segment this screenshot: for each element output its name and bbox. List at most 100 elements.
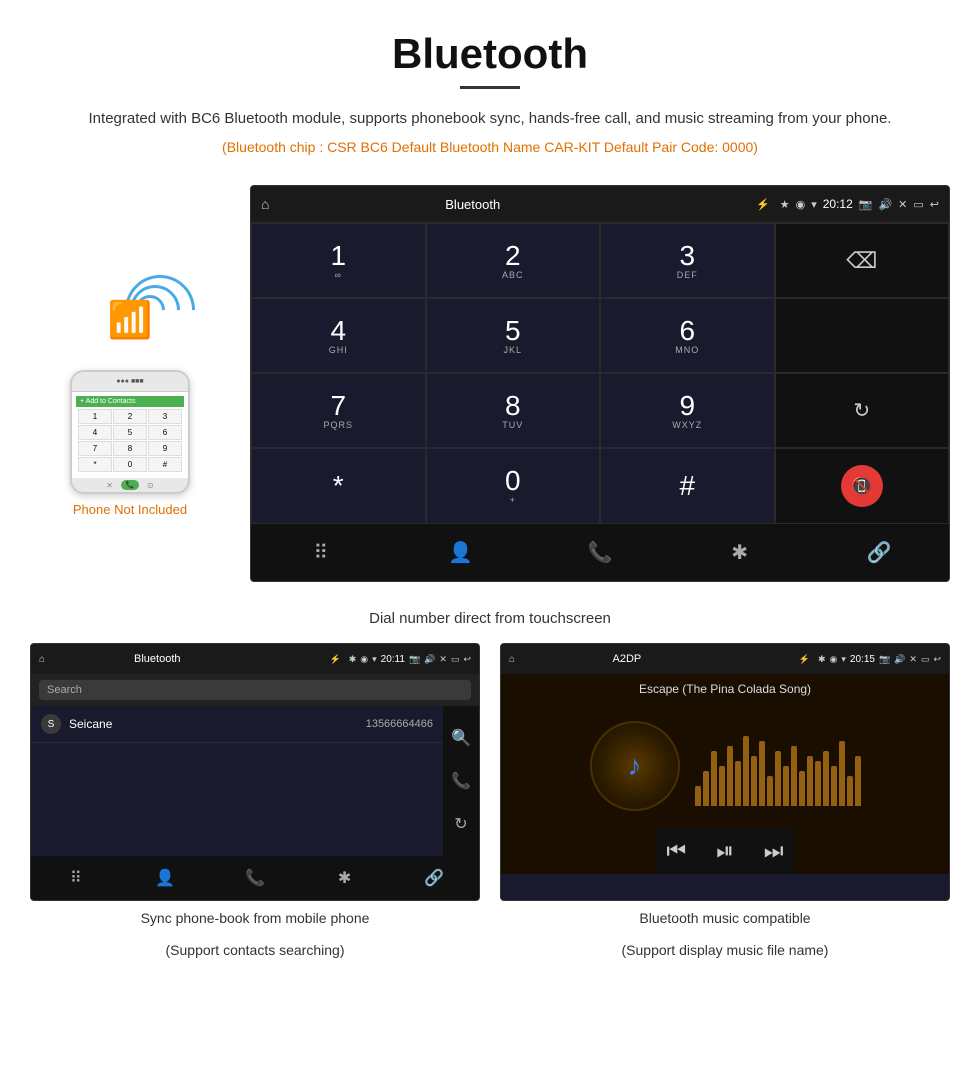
music-caption-wrap: Bluetooth music compatible (Support disp…: [500, 901, 950, 964]
music-panel-title: A2DP: [523, 653, 731, 665]
back-icon: ↩: [930, 198, 939, 211]
contacts-bt-icon[interactable]: ✱: [300, 862, 390, 894]
music-statusbar: ⌂ A2DP ⚡ ✱ ◉ ▾ 20:15 📷 🔊 ✕ ▭ ↩: [501, 644, 949, 674]
phone-key-1: 1: [78, 409, 112, 424]
phone-screen: + Add to Contacts 1 2 3 4 5 6 7 8 9 * 0 …: [72, 392, 188, 478]
backspace-icon: ⌫: [846, 248, 877, 274]
search-input[interactable]: Search: [39, 680, 471, 700]
end-call-icon: 📵: [851, 476, 873, 497]
dialpad-screen-title: Bluetooth: [279, 197, 666, 212]
end-call-button[interactable]: 📵: [841, 465, 883, 507]
dial-key-9[interactable]: 9 WXYZ: [600, 373, 775, 448]
music-album-art: ♪: [590, 721, 680, 811]
bluetooth-status-icon: ★: [780, 198, 790, 211]
close-icon: ✕: [898, 198, 907, 211]
contacts-grid-icon[interactable]: ⠿: [31, 862, 121, 894]
dial-call-red-cell[interactable]: 📵: [775, 448, 950, 524]
contacts-phone-icon[interactable]: 📞: [210, 862, 300, 894]
phone-dialpad: 1 2 3 4 5 6 7 8 9 * 0 #: [76, 407, 184, 474]
location-icon: ◉: [796, 198, 806, 211]
dial-backspace-cell[interactable]: ⌫: [775, 223, 950, 298]
sidebar-refresh-icon: ↻: [454, 814, 467, 834]
contacts-link-icon[interactable]: 🔗: [389, 862, 479, 894]
phone-key-star: *: [78, 457, 112, 472]
dial-key-8[interactable]: 8 TUV: [426, 373, 601, 448]
contacts-panel-title: Bluetooth: [53, 653, 261, 665]
dial-key-star[interactable]: *: [251, 448, 426, 524]
phone-top-bar: ●●● ■■■: [72, 372, 188, 392]
contacts-bottom-bar: ⠿ 👤 📞 ✱ 🔗: [31, 856, 479, 900]
dialpad-statusbar: ⌂ Bluetooth ⚡ ★ ◉ ▾ 20:12 📷 🔊 ✕ ▭ ↩: [251, 186, 949, 222]
dial-key-7[interactable]: 7 PQRS: [251, 373, 426, 448]
contacts-status-icons: ✱ ◉ ▾ 20:11 📷 🔊 ✕ ▭ ↩: [349, 654, 471, 665]
phone-bottom-bar: ✕ 📞 ⊙: [72, 478, 188, 492]
phone-key-8: 8: [113, 441, 147, 456]
bottom-person-icon[interactable]: 👤: [391, 532, 531, 573]
music-caption-line2: (Support display music file name): [500, 933, 950, 965]
phone-key-0: 0: [113, 457, 147, 472]
contacts-usb-icon: ⚡: [330, 654, 341, 665]
dial-refresh-cell[interactable]: ↻: [775, 373, 950, 448]
dial-key-3[interactable]: 3 DEF: [600, 223, 775, 298]
music-usb-icon: ⚡: [799, 654, 810, 665]
music-status-icons: ✱ ◉ ▾ 20:15 📷 🔊 ✕ ▭ ↩: [818, 654, 941, 665]
contacts-caption-line1: Sync phone-book from mobile phone: [30, 901, 480, 933]
camera-icon: 📷: [859, 198, 873, 211]
phone-key-4: 4: [78, 425, 112, 440]
music-note-icon: ♪: [628, 750, 642, 782]
contacts-caption-line2: (Support contacts searching): [30, 933, 480, 965]
bluetooth-specs: (Bluetooth chip : CSR BC6 Default Blueto…: [60, 139, 920, 155]
sidebar-phone-icon: 📞: [451, 771, 471, 791]
dial-key-2[interactable]: 2 ABC: [426, 223, 601, 298]
contacts-panel-wrap: ⌂ Bluetooth ⚡ ✱ ◉ ▾ 20:11 📷 🔊 ✕ ▭ ↩ Sear…: [30, 643, 480, 964]
main-content: 📶 ●●● ■■■ + Add to Contacts 1 2 3 4 5 6 …: [0, 185, 980, 582]
sidebar-search-icon: 🔍: [451, 728, 471, 748]
title-underline: [460, 86, 520, 89]
phone-key-hash: #: [148, 457, 182, 472]
status-icons: ★ ◉ ▾ 20:12 📷 🔊 ✕ ▭ ↩: [780, 197, 939, 211]
bottom-grid-icon[interactable]: ⠿: [251, 532, 391, 573]
phone-section: 📶 ●●● ■■■ + Add to Contacts 1 2 3 4 5 6 …: [30, 185, 230, 582]
dial-key-1[interactable]: 1 ∞: [251, 223, 426, 298]
music-controls: ⏮ ⏯ ⏭: [656, 828, 793, 874]
contacts-panel: ⌂ Bluetooth ⚡ ✱ ◉ ▾ 20:11 📷 🔊 ✕ ▭ ↩ Sear…: [30, 643, 480, 901]
phone-key-3: 3: [148, 409, 182, 424]
music-visualizer: [695, 726, 861, 806]
dial-empty-2: [775, 298, 950, 373]
dialpad-caption: Dial number direct from touchscreen: [0, 602, 980, 643]
dial-key-0[interactable]: 0 +: [426, 448, 601, 524]
next-track-icon[interactable]: ⏭: [764, 838, 784, 864]
phone-mockup: ●●● ■■■ + Add to Contacts 1 2 3 4 5 6 7 …: [70, 370, 190, 494]
music-caption-line1: Bluetooth music compatible: [500, 901, 950, 933]
dial-key-5[interactable]: 5 JKL: [426, 298, 601, 373]
contact-number: 13566664466: [366, 718, 433, 730]
dialpad-screen: ⌂ Bluetooth ⚡ ★ ◉ ▾ 20:12 📷 🔊 ✕ ▭ ↩ 1 ∞: [250, 185, 950, 582]
bottom-bluetooth-icon[interactable]: ✱: [670, 532, 810, 573]
phone-contacts-header: + Add to Contacts: [76, 396, 184, 407]
contacts-search-bar: Search: [31, 674, 479, 706]
dial-key-6[interactable]: 6 MNO: [600, 298, 775, 373]
phone-key-9: 9: [148, 441, 182, 456]
dialpad-grid: 1 ∞ 2 ABC 3 DEF ⌫ 4 GHI 5 JKL: [251, 222, 949, 524]
dial-key-4[interactable]: 4 GHI: [251, 298, 426, 373]
contacts-person-icon[interactable]: 👤: [121, 862, 211, 894]
page-description: Integrated with BC6 Bluetooth module, su…: [60, 107, 920, 131]
bottom-link-icon[interactable]: 🔗: [809, 532, 949, 573]
phone-key-5: 5: [113, 425, 147, 440]
play-pause-icon[interactable]: ⏯: [716, 838, 734, 864]
music-panel-wrap: ⌂ A2DP ⚡ ✱ ◉ ▾ 20:15 📷 🔊 ✕ ▭ ↩ Escape (T…: [500, 643, 950, 964]
prev-track-icon[interactable]: ⏮: [666, 838, 686, 864]
music-panel: ⌂ A2DP ⚡ ✱ ◉ ▾ 20:15 📷 🔊 ✕ ▭ ↩ Escape (T…: [500, 643, 950, 901]
phone-key-2: 2: [113, 409, 147, 424]
page-title: Bluetooth: [60, 30, 920, 78]
contact-initial: S: [41, 714, 61, 734]
contacts-body: S Seicane 13566664466 🔍 📞 ↻: [31, 706, 479, 856]
contact-item[interactable]: S Seicane 13566664466: [31, 706, 443, 743]
dial-key-hash[interactable]: #: [600, 448, 775, 524]
bottom-phone-icon[interactable]: 📞: [530, 532, 670, 573]
contact-name: Seicane: [69, 717, 366, 731]
contacts-time: 20:11: [381, 654, 405, 665]
usb-icon: ⚡: [756, 198, 770, 211]
phone-not-included-label: Phone Not Included: [73, 502, 187, 517]
refresh-icon: ↻: [853, 398, 870, 423]
